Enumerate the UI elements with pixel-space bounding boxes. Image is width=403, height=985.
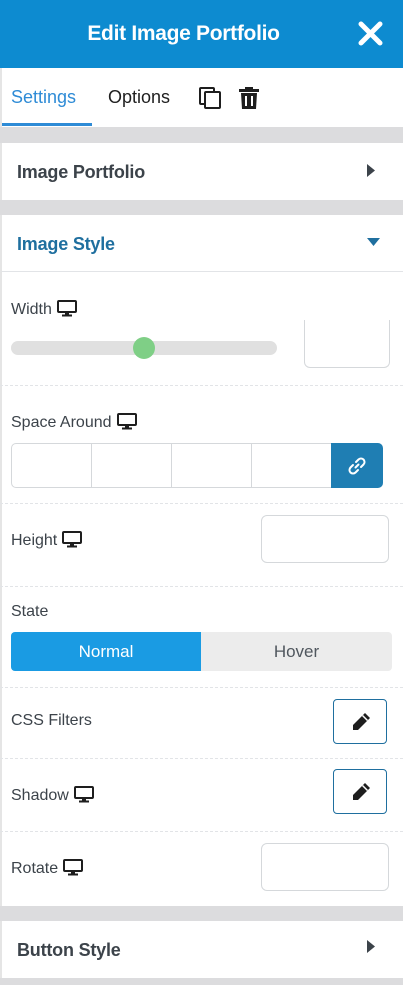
editor-title: Edit Image Portfolio — [87, 22, 280, 45]
link-values-button[interactable] — [331, 443, 383, 488]
width-input[interactable] — [304, 320, 390, 368]
divider — [0, 385, 403, 386]
tab-bar: Settings Options — [0, 68, 403, 127]
desktop-icon[interactable] — [63, 859, 84, 876]
space-bottom-input[interactable] — [171, 443, 252, 488]
divider — [0, 758, 403, 759]
desktop-icon[interactable] — [116, 413, 137, 430]
pencil-icon — [353, 783, 370, 800]
css-filters-label: CSS Filters — [11, 712, 92, 729]
space-top-input[interactable] — [11, 443, 92, 488]
panel-button-style-label: Button Style — [17, 940, 121, 960]
panel-image-style-label: Image Style — [17, 234, 115, 254]
height-label: Height — [11, 531, 83, 550]
separator — [0, 906, 403, 921]
duplicate-icon[interactable] — [198, 86, 222, 110]
link-icon — [348, 457, 366, 475]
shadow-label: Shadow — [11, 786, 94, 805]
tab-settings-label: Settings — [11, 87, 77, 107]
desktop-icon[interactable] — [62, 531, 83, 548]
shadow-edit-button[interactable] — [333, 769, 387, 814]
space-around-label: Space Around — [11, 413, 137, 432]
tab-settings[interactable]: Settings — [2, 68, 92, 127]
panel-button-style[interactable]: Button Style — [0, 921, 403, 978]
active-tab-underline — [2, 123, 92, 126]
width-label-text: Width — [11, 301, 52, 318]
shadow-label-text: Shadow — [11, 787, 69, 804]
separator — [0, 200, 403, 215]
space-right-input[interactable] — [91, 443, 172, 488]
space-around-label-text: Space Around — [11, 414, 112, 431]
caret-right-icon — [367, 940, 375, 953]
divider — [0, 831, 403, 832]
tab-options[interactable]: Options — [108, 68, 170, 127]
trash-icon[interactable] — [238, 86, 260, 110]
state-label: State — [11, 603, 49, 620]
editor-header: Edit Image Portfolio — [0, 0, 403, 68]
caret-right-icon — [367, 164, 375, 177]
separator — [0, 127, 403, 143]
desktop-icon[interactable] — [56, 300, 77, 317]
separator — [0, 978, 403, 985]
divider — [0, 503, 403, 504]
space-left-input[interactable] — [251, 443, 332, 488]
caret-down-icon — [367, 238, 380, 246]
panel-image-portfolio-label: Image Portfolio — [17, 162, 146, 182]
panel-image-style[interactable]: Image Style — [0, 215, 403, 272]
width-label: Width — [11, 300, 77, 319]
state-hover-button[interactable]: Hover — [201, 632, 392, 671]
rotate-label: Rotate — [11, 859, 84, 878]
rotate-input[interactable] — [261, 843, 389, 891]
pencil-icon — [353, 713, 370, 730]
css-filters-edit-button[interactable] — [333, 699, 387, 744]
rotate-label-text: Rotate — [11, 860, 59, 877]
width-slider-handle[interactable] — [133, 337, 155, 359]
state-normal-button[interactable]: Normal — [11, 632, 201, 671]
divider — [0, 687, 403, 688]
state-toggle: Normal Hover — [11, 632, 392, 671]
close-icon[interactable] — [357, 20, 384, 47]
desktop-icon[interactable] — [73, 786, 94, 803]
divider — [0, 586, 403, 587]
panel-image-portfolio[interactable]: Image Portfolio — [0, 143, 403, 200]
height-label-text: Height — [11, 532, 58, 549]
height-input[interactable] — [261, 515, 389, 563]
